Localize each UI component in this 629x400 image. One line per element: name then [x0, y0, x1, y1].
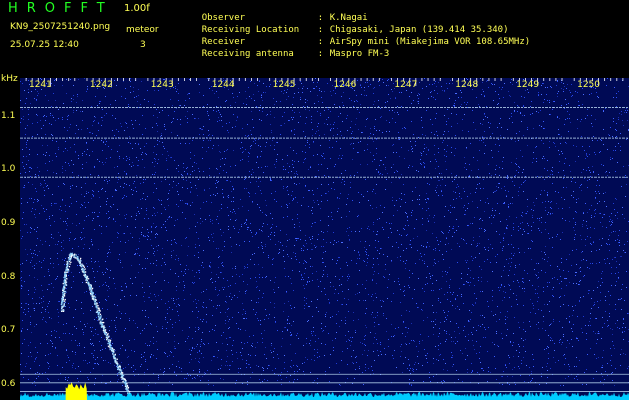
app-title: HROFFT	[8, 1, 114, 16]
datetime-label: 25.07.25 12:40	[10, 40, 79, 50]
noise-layer	[20, 78, 629, 386]
x-tick-label: 1249	[516, 80, 540, 90]
y-axis-unit: kHz	[1, 74, 18, 84]
hrofft-window: HROFFT 1.00f KN9_2507251240.png meteor 2…	[0, 0, 629, 400]
spectrogram-plot	[20, 78, 629, 400]
count-value: 3	[140, 40, 146, 50]
x-tick-label: 1248	[455, 80, 479, 90]
y-tick-label: 0.9	[1, 217, 16, 228]
x-tick-label: 1244	[211, 80, 235, 90]
info-value: Maspro FM-3	[329, 49, 390, 59]
y-tick-label: 0.8	[1, 271, 16, 282]
x-tick-label: 1250	[577, 80, 600, 90]
filename-label: KN9_2507251240.png	[10, 22, 111, 32]
y-tick-label: 1.0	[1, 164, 16, 175]
mode-label: meteor	[126, 25, 159, 35]
info-separator: :	[317, 49, 324, 59]
y-tick-label: 0.7	[1, 325, 16, 336]
app-version: 1.00f	[124, 3, 150, 14]
x-tick-label: 1245	[272, 80, 296, 90]
x-tick-label: 1243	[150, 80, 174, 90]
meteor-trail	[60, 252, 131, 395]
info-row-antenna: Receiving antenna: Maspro FM-3	[180, 39, 390, 69]
spectrum-strip	[20, 392, 629, 400]
y-tick-label: 0.6	[1, 378, 16, 389]
spectrum-peak	[65, 382, 87, 400]
info-key: Receiving antenna	[201, 49, 294, 59]
x-tick-label: 1241	[28, 80, 52, 90]
spectrogram-svg	[20, 78, 629, 400]
y-tick-label: 1.1	[1, 110, 16, 121]
x-tick-label: 1247	[394, 80, 418, 90]
x-tick-label: 1242	[89, 80, 113, 90]
x-tick-label: 1246	[333, 80, 357, 90]
